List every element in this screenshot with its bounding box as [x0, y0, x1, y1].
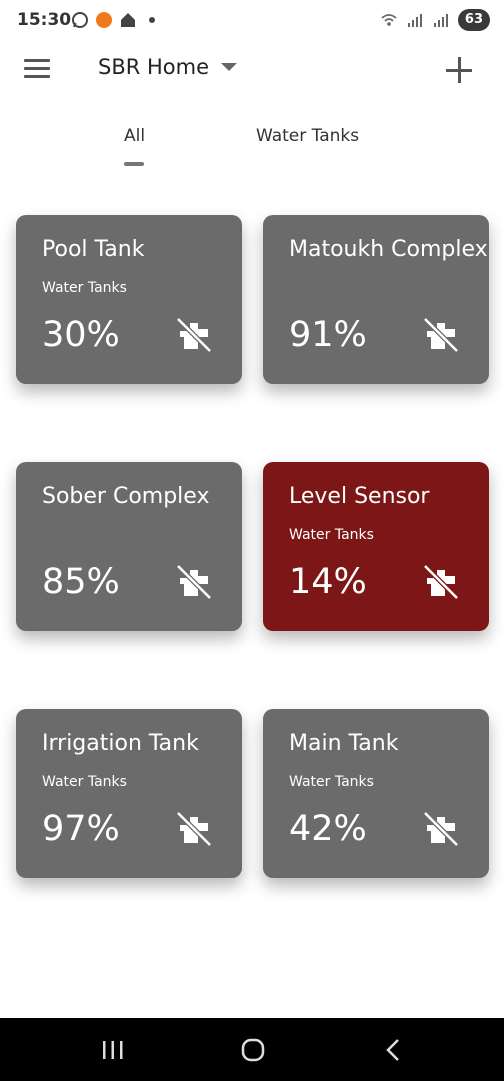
- home-icon[interactable]: [238, 1036, 268, 1064]
- device-category: Water Tanks: [42, 774, 127, 790]
- add-icon[interactable]: [446, 57, 472, 83]
- offline-device-icon: [421, 809, 461, 849]
- battery-indicator: 63: [457, 9, 490, 31]
- device-category: Water Tanks: [42, 280, 127, 296]
- device-category: Water Tanks: [289, 527, 374, 543]
- tab-indicator: [124, 162, 144, 166]
- system-nav-bar: [0, 1018, 504, 1081]
- device-level: 30%: [42, 315, 120, 355]
- offline-device-icon: [174, 809, 214, 849]
- home-selector[interactable]: SBR Home: [98, 55, 238, 79]
- more-notifications-dot: [149, 17, 155, 23]
- menu-icon[interactable]: [24, 59, 50, 79]
- home-name: SBR Home: [98, 55, 210, 79]
- whatsapp-icon: [71, 11, 89, 29]
- device-name: Matoukh Complex: [289, 237, 488, 262]
- offline-device-icon: [174, 315, 214, 355]
- device-level: 14%: [289, 562, 367, 602]
- offline-device-icon: [421, 562, 461, 602]
- device-level: 97%: [42, 809, 120, 849]
- status-bar: 15:30 63: [0, 0, 504, 42]
- device-level: 91%: [289, 315, 367, 355]
- signal-icon: [406, 11, 424, 29]
- device-card-irrigation-tank[interactable]: Irrigation Tank Water Tanks 97%: [16, 709, 242, 878]
- status-right: 63: [380, 9, 490, 31]
- wifi-icon: [380, 11, 398, 29]
- mail-app-icon: [95, 11, 113, 29]
- device-card-sober-complex[interactable]: Sober Complex 85%: [16, 462, 242, 631]
- signal-icon: [432, 11, 450, 29]
- device-card-level-sensor[interactable]: Level Sensor Water Tanks 14%: [263, 462, 489, 631]
- device-name: Sober Complex: [42, 484, 210, 509]
- device-name: Irrigation Tank: [42, 731, 199, 756]
- device-name: Pool Tank: [42, 237, 145, 262]
- device-level: 42%: [289, 809, 367, 849]
- recent-apps-icon[interactable]: [98, 1036, 128, 1064]
- chevron-down-icon: [221, 63, 238, 71]
- tab-water-tanks[interactable]: Water Tanks: [256, 126, 359, 146]
- status-time: 15:30: [17, 10, 72, 30]
- device-category: Water Tanks: [289, 774, 374, 790]
- back-icon[interactable]: [378, 1036, 408, 1064]
- offline-device-icon: [421, 315, 461, 355]
- device-card-pool-tank[interactable]: Pool Tank Water Tanks 30%: [16, 215, 242, 384]
- device-name: Level Sensor: [289, 484, 430, 509]
- device-card-matoukh-complex[interactable]: Matoukh Complex 91%: [263, 215, 489, 384]
- device-level: 85%: [42, 562, 120, 602]
- offline-device-icon: [174, 562, 214, 602]
- device-name: Main Tank: [289, 731, 399, 756]
- home-app-icon: [119, 11, 137, 29]
- app-bar: SBR Home: [0, 45, 504, 95]
- device-card-main-tank[interactable]: Main Tank Water Tanks 42%: [263, 709, 489, 878]
- tab-all[interactable]: All: [124, 126, 145, 146]
- category-tabs: All Water Tanks: [0, 118, 504, 174]
- notification-icons: [71, 11, 155, 29]
